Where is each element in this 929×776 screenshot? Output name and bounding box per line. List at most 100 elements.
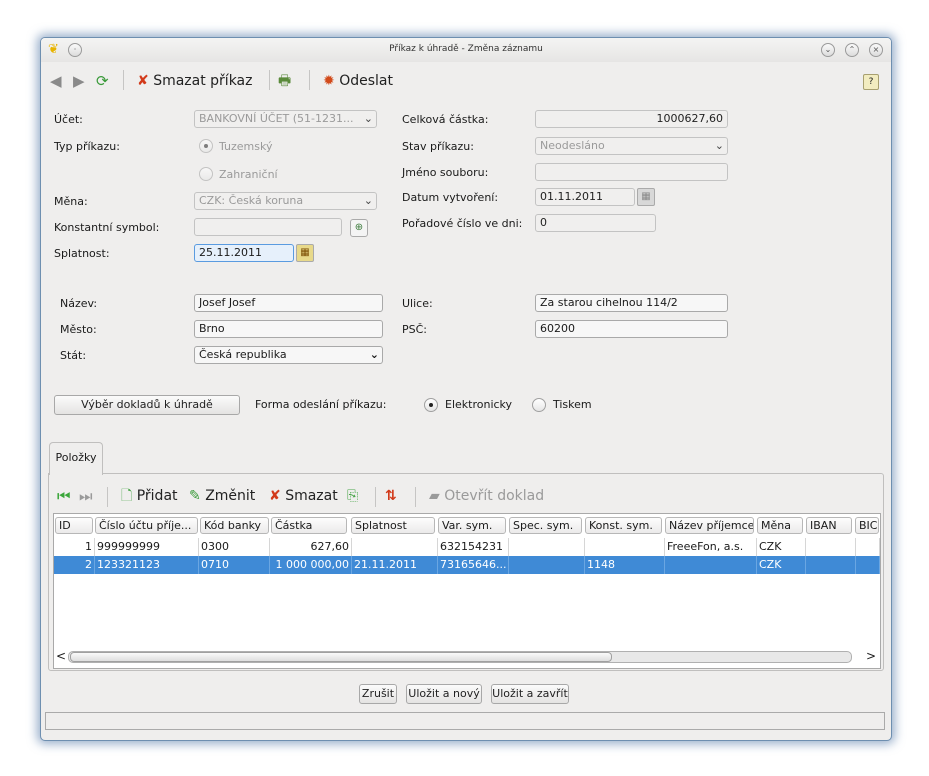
column-header-bank-code[interactable]: Kód banky	[200, 517, 269, 534]
add-item-button[interactable]: 🗋 Přidat	[121, 485, 178, 507]
calendar-icon: ▦	[637, 188, 655, 206]
delete-order-button[interactable]: ✘ Smazat příkaz	[137, 69, 252, 93]
table-cell: CZK	[757, 538, 806, 556]
help-icon[interactable]: ?	[863, 74, 879, 90]
scroll-right-icon[interactable]: >	[866, 648, 876, 664]
print-label: Tiskem	[553, 398, 592, 411]
total-amount-field: 1000627,60	[535, 110, 728, 128]
table-cell: FreeeFon, a.s.	[665, 538, 757, 556]
column-header-amount[interactable]: Částka	[271, 517, 347, 534]
title-bar[interactable]: ❦ · Příkaz k úhradě - Změna záznamu ⌄ ⌃ …	[41, 38, 891, 62]
daily-sequence-field: 0	[535, 214, 656, 232]
calendar-icon[interactable]: ▦	[296, 244, 314, 262]
chevron-down-icon: ⌄	[363, 112, 373, 125]
gear-icon: ✹	[323, 73, 335, 89]
constant-symbol-field[interactable]	[194, 218, 342, 236]
electronic-radio[interactable]	[424, 398, 438, 412]
maximize-icon[interactable]: ⌃	[845, 43, 859, 57]
forward-arrow-icon[interactable]: ▶	[73, 69, 85, 93]
window-title: Příkaz k úhradě - Změna záznamu	[389, 44, 543, 54]
daily-sequence-label: Pořadové číslo ve dni:	[402, 217, 523, 230]
refresh-icon[interactable]: ⟳	[96, 69, 109, 93]
select-documents-button[interactable]: Výběr dokladů k úhradě	[54, 395, 240, 415]
back-arrow-icon[interactable]: ◀	[50, 69, 62, 93]
country-label: Stát:	[60, 349, 87, 362]
country-select[interactable]: Česká republika ⌄	[194, 346, 383, 364]
domestic-radio[interactable]	[199, 139, 213, 153]
items-table[interactable]: ID Číslo účtu příje... Kód banky Částka …	[53, 513, 881, 669]
table-cell	[806, 538, 856, 556]
recipient-name-field[interactable]: Josef Josef	[194, 294, 383, 312]
table-cell: 73165646...	[438, 556, 509, 574]
table-row[interactable]: 1 999999999 0300 627,60 632154231 FreeeF…	[54, 538, 880, 557]
last-record-icon[interactable]: ⏭	[79, 485, 93, 507]
street-field[interactable]: Za starou cihelnou 114/2	[535, 294, 728, 312]
first-record-icon[interactable]: ⏮	[57, 485, 71, 507]
table-cell	[352, 538, 438, 556]
country-value: Česká republika	[199, 348, 287, 361]
tab-items[interactable]: Položky	[49, 442, 103, 475]
close-icon[interactable]: ×	[869, 43, 883, 57]
lookup-icon[interactable]: ⊕	[350, 219, 368, 237]
column-header-var-sym[interactable]: Var. sym.	[438, 517, 506, 534]
account-value: BANKOVNÍ ÚČET (51-1231...	[199, 112, 354, 125]
table-row-selected[interactable]: 2 123321123 0710 1 000 000,00 21.11.2011…	[54, 556, 880, 574]
column-header-due-date[interactable]: Splatnost	[351, 517, 435, 534]
scroll-left-icon[interactable]: <	[56, 648, 66, 664]
scrollbar-thumb[interactable]	[70, 652, 612, 662]
cancel-button[interactable]: Zrušit	[359, 684, 397, 704]
toolbar-separator	[375, 487, 376, 507]
status-bar	[45, 712, 885, 730]
zip-label: PSČ:	[402, 323, 428, 336]
table-cell: 1148	[585, 556, 665, 574]
table-cell: 0300	[199, 538, 270, 556]
file-name-field	[535, 163, 728, 181]
due-date-field[interactable]: 25.11.2011	[194, 244, 294, 262]
sort-icon[interactable]: ⇅	[385, 485, 397, 507]
constant-symbol-label: Konstantní symbol:	[54, 221, 160, 234]
currency-select[interactable]: CZK: Česká koruna ⌄	[194, 192, 377, 210]
column-header-id[interactable]: ID	[55, 517, 93, 534]
order-status-label: Stav příkazu:	[402, 140, 474, 153]
table-cell	[856, 538, 880, 556]
horizontal-scrollbar[interactable]: < >	[56, 648, 878, 664]
folder-icon: ▰	[429, 488, 440, 504]
table-cell: 632154231	[438, 538, 509, 556]
dialog-window: ❦ · Příkaz k úhradě - Změna záznamu ⌄ ⌃ …	[40, 37, 892, 741]
currency-value: CZK: Česká koruna	[199, 194, 304, 207]
table-cell	[856, 556, 880, 574]
account-select[interactable]: BANKOVNÍ ÚČET (51-1231... ⌄	[194, 110, 377, 128]
delete-item-button[interactable]: ✘ Smazat	[269, 485, 338, 507]
open-document-button[interactable]: ▰ Otevřít doklad	[429, 485, 544, 507]
column-header-currency[interactable]: Měna	[757, 517, 803, 534]
print-icon[interactable]: 🖶	[278, 69, 291, 93]
minimize-icon[interactable]: ⌄	[821, 43, 835, 57]
column-header-konst-sym[interactable]: Konst. sym.	[585, 517, 662, 534]
city-field[interactable]: Brno	[194, 320, 383, 338]
zip-field[interactable]: 60200	[535, 320, 728, 338]
add-item-label: Přidat	[136, 488, 178, 504]
table-cell	[509, 556, 585, 574]
electronic-label: Elektronicky	[445, 398, 513, 411]
delete-x-icon: ✘	[269, 488, 281, 504]
column-header-iban[interactable]: IBAN	[806, 517, 852, 534]
order-status-select[interactable]: Neodesláno ⌄	[535, 137, 728, 155]
save-and-close-button[interactable]: Uložit a zavřít	[491, 684, 569, 704]
foreign-radio[interactable]	[199, 167, 213, 181]
column-header-recipient[interactable]: Název příjemce	[665, 517, 754, 534]
delete-x-icon: ✘	[137, 73, 149, 89]
created-date-label: Datum vytvoření:	[402, 191, 499, 204]
copy-icon[interactable]: ⎘	[347, 485, 358, 507]
column-header-spec-sym[interactable]: Spec. sym.	[509, 517, 582, 534]
table-cell: 1 000 000,00	[270, 556, 352, 574]
column-header-account[interactable]: Číslo účtu příje...	[95, 517, 198, 534]
column-header-bic[interactable]: BIC	[855, 517, 879, 534]
order-type-label: Typ příkazu:	[54, 140, 120, 153]
edit-item-label: Změnit	[205, 488, 256, 504]
print-radio[interactable]	[532, 398, 546, 412]
table-cell: 0710	[199, 556, 270, 574]
send-button[interactable]: ✹ Odeslat	[323, 69, 393, 93]
edit-item-button[interactable]: ✎ Změnit	[189, 485, 255, 507]
save-and-new-button[interactable]: Uložit a nový	[406, 684, 482, 704]
delete-order-label: Smazat příkaz	[153, 73, 253, 89]
